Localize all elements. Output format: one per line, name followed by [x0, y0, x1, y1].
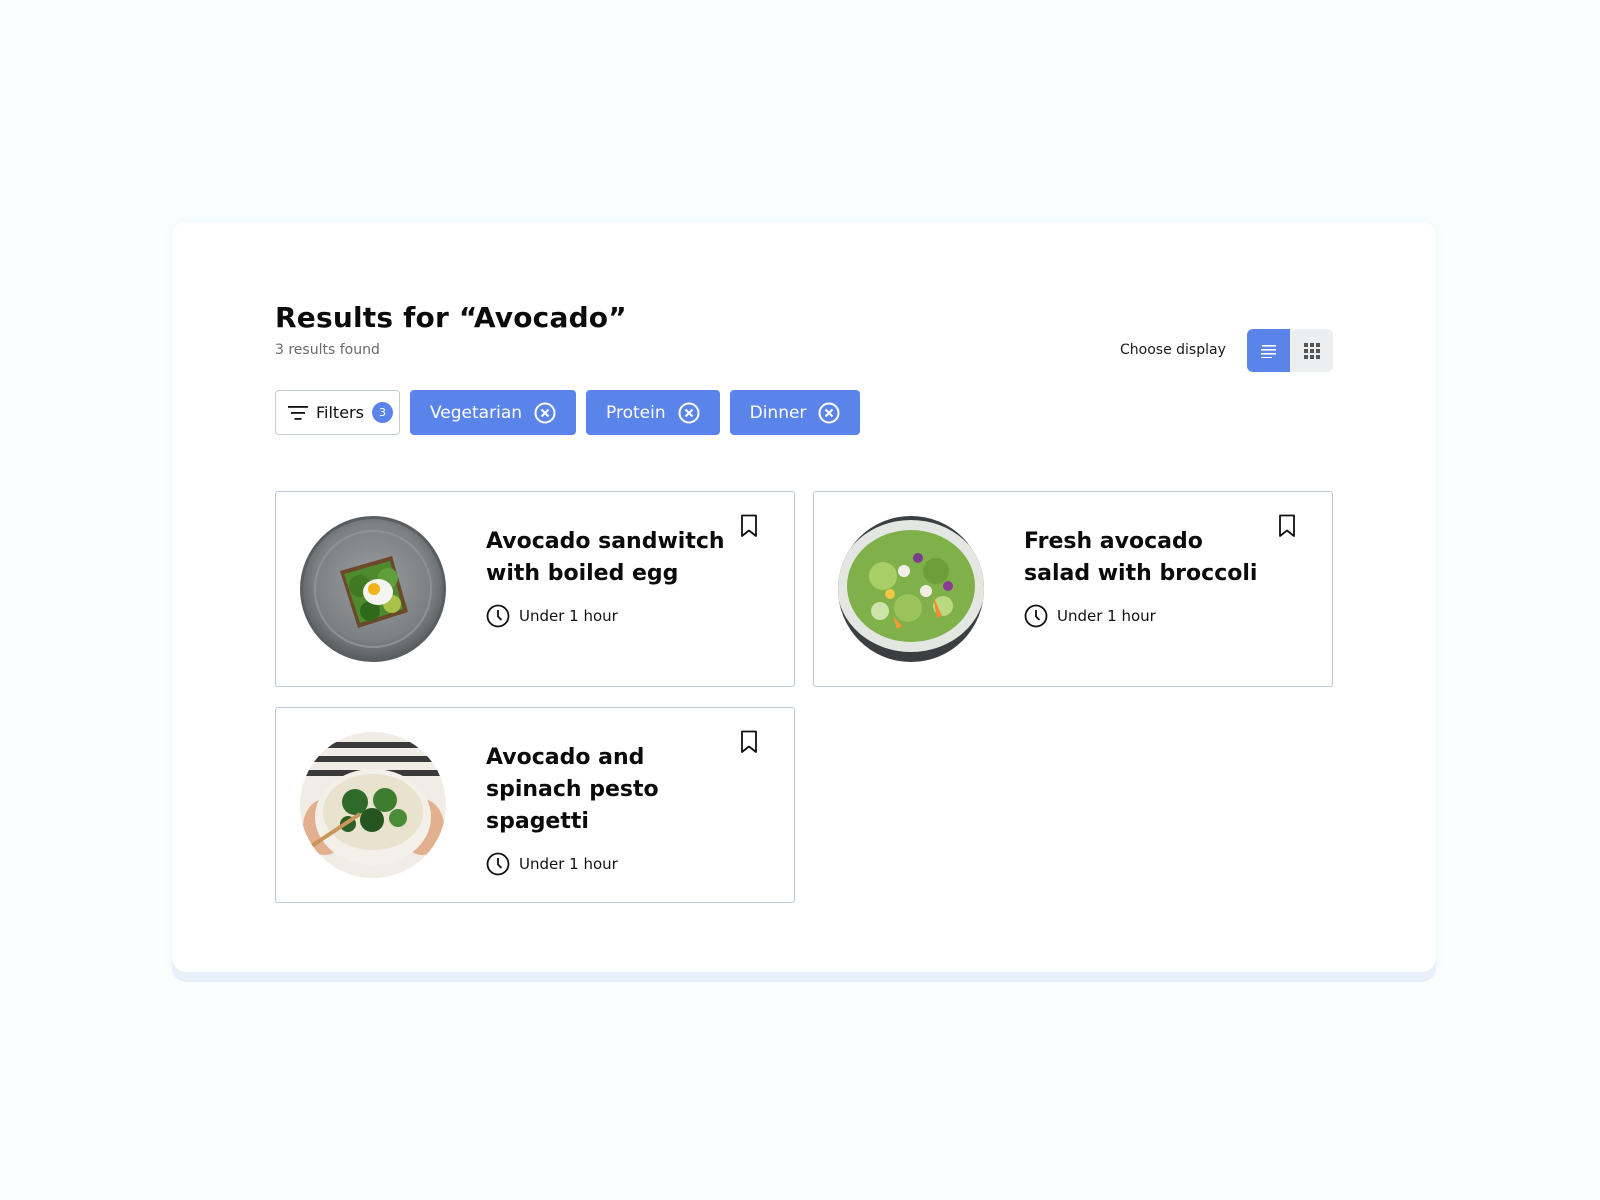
- grid-view-button[interactable]: [1290, 329, 1333, 372]
- recipe-image-avocado-salad: [838, 516, 984, 662]
- filter-chip-protein[interactable]: Protein: [586, 390, 720, 435]
- bookmark-button[interactable]: [740, 514, 758, 542]
- list-icon: [1260, 344, 1276, 358]
- recipe-time: Under 1 hour: [486, 852, 618, 876]
- chip-label: Vegetarian: [430, 402, 523, 423]
- filter-icon: [288, 405, 308, 420]
- chip-label: Dinner: [749, 402, 807, 423]
- recipe-card[interactable]: Avocado and spinach pesto spagetti Under…: [275, 707, 795, 903]
- remove-chip-icon[interactable]: [534, 402, 556, 424]
- clock-icon: [486, 604, 510, 628]
- filters-button[interactable]: Filters 3: [275, 390, 400, 435]
- bookmark-icon: [741, 730, 757, 753]
- filters-label: Filters: [316, 403, 364, 422]
- recipe-time-label: Under 1 hour: [519, 607, 618, 625]
- filter-chip-vegetarian[interactable]: Vegetarian: [410, 390, 577, 435]
- results-count: 3 results found: [275, 342, 380, 358]
- recipe-time-label: Under 1 hour: [1057, 607, 1156, 625]
- filter-chip-dinner[interactable]: Dinner: [729, 390, 861, 435]
- page-title: Results for “Avocado”: [275, 301, 627, 334]
- recipe-title[interactable]: Avocado and spinach pesto spagetti: [486, 742, 736, 838]
- bookmark-button[interactable]: [740, 730, 758, 758]
- results-panel: Results for “Avocado” 3 results found Ch…: [172, 222, 1436, 972]
- display-toggle: [1247, 329, 1333, 372]
- grid-icon: [1303, 342, 1320, 359]
- filters-row: Filters 3 Vegetarian Protein Dinner: [275, 390, 861, 435]
- list-view-button[interactable]: [1247, 329, 1290, 372]
- display-label: Choose display: [1120, 342, 1226, 358]
- chip-label: Protein: [606, 402, 666, 423]
- recipe-time-label: Under 1 hour: [519, 855, 618, 873]
- recipe-card[interactable]: Avocado sandwitch with boiled egg Under …: [275, 491, 795, 687]
- recipe-title[interactable]: Avocado sandwitch with boiled egg: [486, 526, 736, 590]
- recipe-image-pesto-spaghetti: [300, 732, 446, 878]
- recipe-title[interactable]: Fresh avocado salad with broccoli: [1024, 526, 1274, 590]
- clock-icon: [1024, 604, 1048, 628]
- recipe-card[interactable]: Fresh avocado salad with broccoli Under …: [813, 491, 1333, 687]
- recipe-image-avocado-toast: [300, 516, 446, 662]
- remove-chip-icon[interactable]: [818, 402, 840, 424]
- bookmark-icon: [1279, 514, 1295, 537]
- remove-chip-icon[interactable]: [678, 402, 700, 424]
- bookmark-button[interactable]: [1278, 514, 1296, 542]
- clock-icon: [486, 852, 510, 876]
- recipe-time: Under 1 hour: [1024, 604, 1156, 628]
- filter-count-badge: 3: [371, 402, 393, 423]
- bookmark-icon: [741, 514, 757, 537]
- recipe-time: Under 1 hour: [486, 604, 618, 628]
